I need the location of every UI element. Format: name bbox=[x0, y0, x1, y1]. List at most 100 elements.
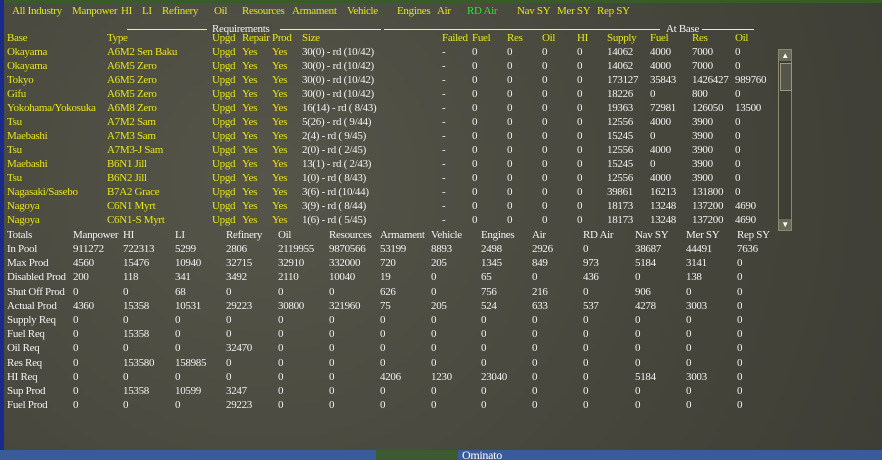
scroll-down-icon[interactable]: ▼ bbox=[779, 219, 791, 230]
column-header-res[interactable]: Res bbox=[692, 32, 708, 45]
column-header-fuel[interactable]: Fuel bbox=[650, 32, 669, 45]
column-header-base[interactable]: Base bbox=[7, 32, 27, 45]
row-cell[interactable]: Upgd bbox=[212, 200, 236, 213]
row-cell[interactable]: Yes bbox=[242, 172, 257, 185]
row-base[interactable]: Maebashi bbox=[7, 158, 48, 171]
column-header-oil[interactable]: Oil bbox=[542, 32, 555, 45]
totals-cell: 29223 bbox=[226, 299, 253, 312]
row-cell[interactable]: Yes bbox=[272, 172, 287, 185]
row-cell[interactable]: Upgd bbox=[212, 144, 236, 157]
row-base[interactable]: Tsu bbox=[7, 116, 22, 129]
row-base[interactable]: Okayama bbox=[7, 60, 47, 73]
column-header-prod[interactable]: Prod bbox=[272, 32, 292, 45]
menu-item-nav-sy[interactable]: Nav SY bbox=[517, 5, 551, 18]
column-header-res[interactable]: Res bbox=[507, 32, 523, 45]
menu-item-refinery[interactable]: Refinery bbox=[162, 5, 198, 18]
row-type[interactable]: B6N1 Jill bbox=[107, 158, 147, 171]
row-base[interactable]: Tsu bbox=[7, 172, 22, 185]
row-cell[interactable]: Yes bbox=[272, 186, 287, 199]
row-cell[interactable]: Yes bbox=[242, 60, 257, 73]
row-cell[interactable]: Upgd bbox=[212, 158, 236, 171]
row-cell[interactable]: Yes bbox=[272, 74, 287, 87]
row-base[interactable]: Okayama bbox=[7, 46, 47, 59]
menu-item-rep-sy[interactable]: Rep SY bbox=[597, 5, 630, 18]
row-type[interactable]: C6N1-S Myrt bbox=[107, 214, 165, 227]
row-cell[interactable]: Yes bbox=[272, 144, 287, 157]
row-cell[interactable]: Yes bbox=[242, 144, 257, 157]
menu-item-all-industry[interactable]: All Industry bbox=[12, 5, 62, 18]
menu-item-armament[interactable]: Armament bbox=[292, 5, 337, 18]
row-base[interactable]: Yokohama/Yokosuka bbox=[7, 102, 96, 115]
row-type[interactable]: A6M2 Sen Baku bbox=[107, 46, 177, 59]
menu-item-air[interactable]: Air bbox=[437, 5, 451, 18]
column-header-failed[interactable]: Failed bbox=[442, 32, 468, 45]
row-type[interactable]: A7M3 Sam bbox=[107, 130, 156, 143]
row-cell[interactable]: Upgd bbox=[212, 102, 236, 115]
menu-item-rd-air[interactable]: RD Air bbox=[467, 5, 498, 18]
row-cell[interactable]: Yes bbox=[272, 200, 287, 213]
row-type[interactable]: A6M5 Zero bbox=[107, 60, 157, 73]
row-cell[interactable]: Upgd bbox=[212, 46, 236, 59]
row-cell[interactable]: Yes bbox=[272, 158, 287, 171]
column-header-supply[interactable]: Supply bbox=[607, 32, 637, 45]
row-type[interactable]: A7M2 Sam bbox=[107, 116, 156, 129]
row-type[interactable]: A6M5 Zero bbox=[107, 88, 157, 101]
row-cell[interactable]: Upgd bbox=[212, 116, 236, 129]
menu-item-oil[interactable]: Oil bbox=[214, 5, 227, 18]
scroll-thumb[interactable] bbox=[780, 63, 792, 91]
row-cell[interactable]: Upgd bbox=[212, 60, 236, 73]
row-base[interactable]: Nagoya bbox=[7, 200, 40, 213]
row-type[interactable]: B7A2 Grace bbox=[107, 186, 160, 199]
row-cell[interactable]: Upgd bbox=[212, 186, 236, 199]
row-cell[interactable]: Yes bbox=[242, 116, 257, 129]
menu-item-resources[interactable]: Resources bbox=[242, 5, 285, 18]
row-base[interactable]: Maebashi bbox=[7, 130, 48, 143]
row-base[interactable]: Nagoya bbox=[7, 214, 40, 227]
row-cell[interactable]: Yes bbox=[242, 102, 257, 115]
column-header-hi[interactable]: HI bbox=[577, 32, 588, 45]
row-cell[interactable]: Yes bbox=[242, 186, 257, 199]
column-header-upgd[interactable]: Upgd bbox=[212, 32, 236, 45]
row-cell[interactable]: Yes bbox=[242, 214, 257, 227]
row-base[interactable]: Nagasaki/Sasebo bbox=[7, 186, 78, 199]
column-header-oil[interactable]: Oil bbox=[735, 32, 748, 45]
row-base[interactable]: Tsu bbox=[7, 144, 22, 157]
menu-item-li[interactable]: LI bbox=[142, 5, 152, 18]
menu-item-mer-sy[interactable]: Mer SY bbox=[557, 5, 591, 18]
row-cell[interactable]: Yes bbox=[272, 214, 287, 227]
menu-item-vehicle[interactable]: Vehicle bbox=[347, 5, 378, 18]
row-cell[interactable]: Yes bbox=[242, 130, 257, 143]
scroll-up-icon[interactable]: ▲ bbox=[779, 50, 791, 61]
row-cell[interactable]: Upgd bbox=[212, 88, 236, 101]
row-cell[interactable]: Yes bbox=[242, 46, 257, 59]
scrollbar[interactable]: ▲ ▼ bbox=[778, 49, 792, 231]
row-type[interactable]: A6M8 Zero bbox=[107, 102, 157, 115]
row-cell[interactable]: Yes bbox=[242, 200, 257, 213]
column-header-fuel[interactable]: Fuel bbox=[472, 32, 491, 45]
column-header-type[interactable]: Type bbox=[107, 32, 128, 45]
menu-item-manpower[interactable]: Manpower bbox=[72, 5, 118, 18]
row-cell[interactable]: Upgd bbox=[212, 172, 236, 185]
menu-item-hi[interactable]: HI bbox=[121, 5, 132, 18]
row-cell[interactable]: Yes bbox=[272, 88, 287, 101]
row-cell[interactable]: Yes bbox=[242, 158, 257, 171]
row-type[interactable]: B6N2 Jill bbox=[107, 172, 147, 185]
row-cell[interactable]: Yes bbox=[272, 116, 287, 129]
row-cell[interactable]: Yes bbox=[242, 74, 257, 87]
row-type[interactable]: A6M5 Zero bbox=[107, 74, 157, 87]
row-cell[interactable]: Yes bbox=[272, 46, 287, 59]
row-base[interactable]: Gifu bbox=[7, 88, 26, 101]
row-cell[interactable]: Upgd bbox=[212, 130, 236, 143]
row-cell[interactable]: Upgd bbox=[212, 74, 236, 87]
column-header-size[interactable]: Size bbox=[302, 32, 320, 45]
row-type[interactable]: A7M3-J Sam bbox=[107, 144, 163, 157]
row-cell[interactable]: Upgd bbox=[212, 214, 236, 227]
row-type[interactable]: C6N1 Myrt bbox=[107, 200, 156, 213]
column-header-repair[interactable]: Repair bbox=[242, 32, 270, 45]
row-base[interactable]: Tokyo bbox=[7, 74, 34, 87]
menu-item-engines[interactable]: Engines bbox=[397, 5, 431, 18]
row-cell[interactable]: Yes bbox=[272, 60, 287, 73]
row-cell[interactable]: Yes bbox=[272, 130, 287, 143]
row-cell[interactable]: Yes bbox=[272, 102, 287, 115]
row-cell[interactable]: Yes bbox=[242, 88, 257, 101]
